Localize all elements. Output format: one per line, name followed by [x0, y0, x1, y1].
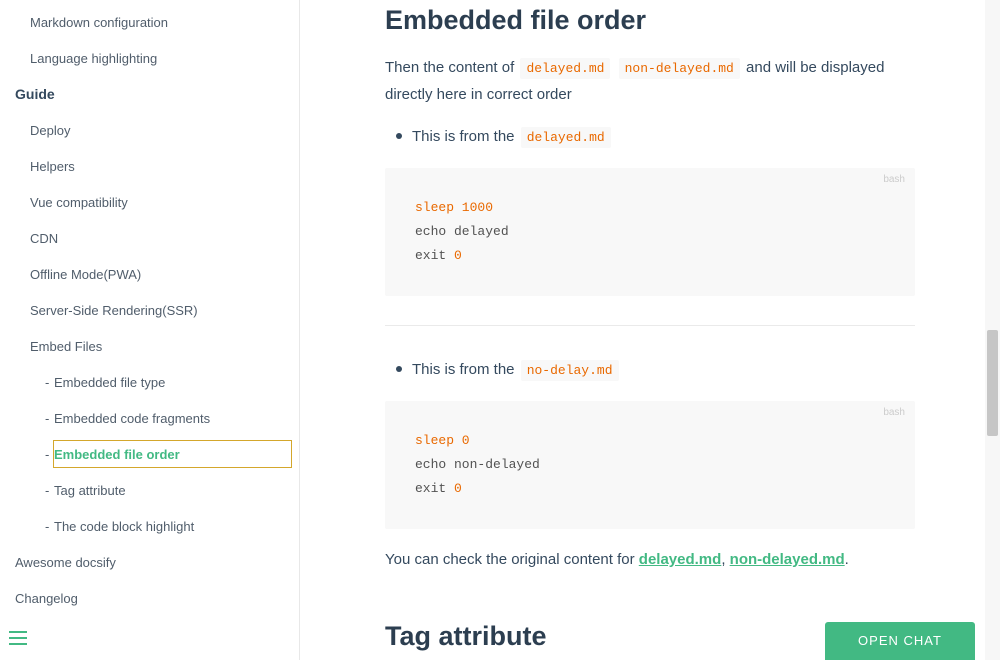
- link-delayed-md[interactable]: delayed.md: [639, 551, 722, 568]
- sidebar-item-markdown-configuration[interactable]: Markdown configuration: [30, 13, 168, 33]
- sidebar-item-offline-mode[interactable]: Offline Mode(PWA): [30, 265, 141, 285]
- inline-code: no-delay.md: [520, 360, 619, 381]
- sidebar-item-ssr[interactable]: Server-Side Rendering(SSR): [30, 301, 198, 321]
- scrollbar-thumb[interactable]: [987, 330, 998, 436]
- bullet-text: This is from the: [412, 361, 515, 378]
- sidebar-item-vue-compatibility[interactable]: Vue compatibility: [30, 193, 128, 213]
- code-block: bash sleep 0 echo non-delayed exit 0: [385, 401, 915, 529]
- section-heading-tag-attribute: Tag attribute: [385, 621, 547, 651]
- sidebar-dash: -: [45, 375, 50, 390]
- sidebar-subitem-code-block-highlight[interactable]: The code block highlight: [54, 517, 194, 537]
- sidebar-item-helpers[interactable]: Helpers: [30, 157, 75, 177]
- list-item: This is from the delayed.md: [385, 124, 613, 151]
- sidebar-item-embed-files[interactable]: Embed Files: [30, 337, 102, 357]
- intro-text: directly here in correct order: [385, 86, 572, 103]
- sidebar-item-changelog[interactable]: Changelog: [15, 589, 78, 609]
- intro-paragraph: Then the content of delayed.md non-delay…: [385, 55, 885, 108]
- code-language-label: bash: [883, 407, 905, 418]
- inline-code: delayed.md: [520, 127, 611, 148]
- sidebar-item-language-highlighting[interactable]: Language highlighting: [30, 49, 157, 69]
- inline-code: delayed.md: [520, 58, 611, 79]
- page-heading: Embedded file order: [385, 5, 647, 35]
- bullet-text: This is from the: [412, 128, 515, 145]
- sidebar-item-deploy[interactable]: Deploy: [30, 121, 70, 141]
- inline-code: non-delayed.md: [618, 58, 740, 79]
- code-line: exit 0: [415, 481, 462, 496]
- sidebar-dash: -: [45, 483, 50, 498]
- code-line: echo non-delayed: [415, 457, 540, 472]
- check-text: You can check the original content for: [385, 551, 635, 568]
- main-content: Embedded file order Then the content of …: [300, 0, 985, 660]
- hamburger-menu-icon[interactable]: [9, 631, 27, 647]
- intro-text: and will be displayed: [746, 59, 885, 76]
- divider: [385, 325, 915, 326]
- sidebar-subitem-embedded-file-order-active[interactable]: Embedded file order: [53, 440, 292, 468]
- code-line: sleep 0: [415, 433, 470, 448]
- sidebar-dash: -: [45, 519, 50, 534]
- list-item: This is from the no-delay.md: [385, 357, 621, 384]
- sidebar-subitem-tag-attribute[interactable]: Tag attribute: [54, 481, 126, 501]
- sidebar: Markdown configuration Language highligh…: [0, 0, 300, 660]
- intro-text: Then the content of: [385, 59, 515, 76]
- sidebar-group-guide[interactable]: Guide: [15, 84, 55, 104]
- link-non-delayed-md[interactable]: non-delayed.md: [730, 551, 845, 568]
- code-line: exit 0: [415, 248, 462, 263]
- open-chat-button[interactable]: OPEN CHAT: [825, 622, 975, 660]
- sidebar-item-cdn[interactable]: CDN: [30, 229, 58, 249]
- code-block: bash sleep 1000 echo delayed exit 0: [385, 168, 915, 296]
- code-language-label: bash: [883, 174, 905, 185]
- sidebar-subitem-embedded-file-type[interactable]: Embedded file type: [54, 373, 165, 393]
- sidebar-dash: -: [45, 411, 50, 426]
- code-line: sleep 1000: [415, 200, 494, 215]
- sidebar-subitem-label: Embedded file order: [54, 447, 180, 462]
- sidebar-item-awesome-docsify[interactable]: Awesome docsify: [15, 553, 116, 573]
- sidebar-dash: -: [45, 447, 50, 462]
- check-paragraph: You can check the original content for d…: [385, 551, 849, 568]
- sidebar-subitem-embedded-code-fragments[interactable]: Embedded code fragments: [54, 409, 210, 429]
- code-line: echo delayed: [415, 224, 509, 239]
